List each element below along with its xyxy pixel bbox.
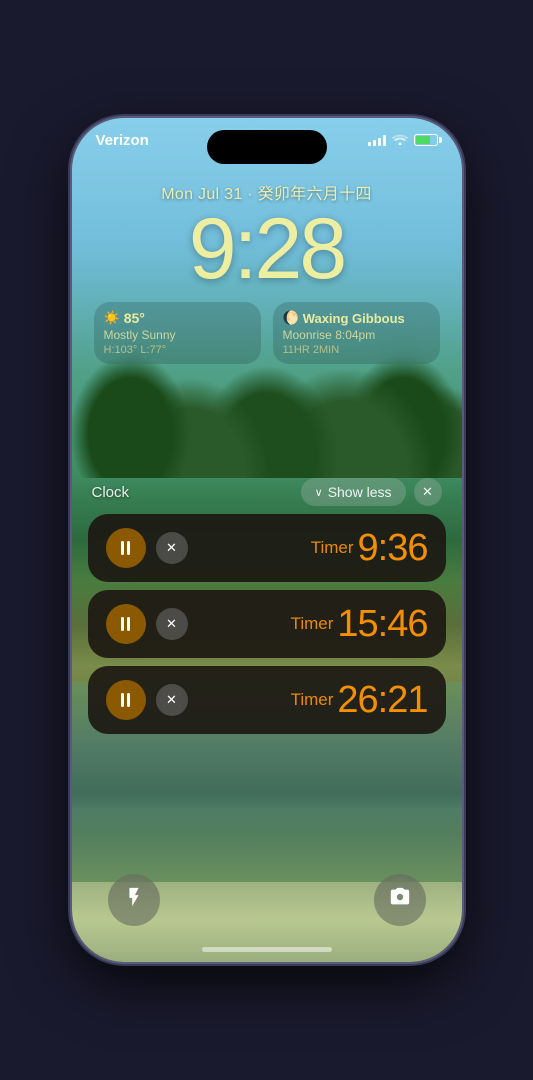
timer-info-1: Timer 9:36 [188, 529, 428, 567]
carrier-label: Verizon [96, 132, 149, 149]
widgets-row: ☀️ 85° Mostly Sunny H:103° L:77° 🌔 Waxin… [72, 292, 462, 364]
show-less-label: Show less [328, 484, 392, 500]
pause-button-3[interactable] [106, 680, 146, 720]
weather-condition: Mostly Sunny [104, 328, 251, 344]
timer-time-3: 26:21 [337, 681, 427, 719]
timer-label-2: Timer [291, 614, 334, 634]
lockscreen-content: Mon Jul 31 · 癸卯年六月十四 9:28 ☀️ 85° Mostly … [72, 118, 462, 962]
weather-widget[interactable]: ☀️ 85° Mostly Sunny H:103° L:77° [94, 302, 261, 364]
moon-widget[interactable]: 🌔 Waxing Gibbous Moonrise 8:04pm 11HR 2M… [273, 302, 440, 364]
pause-icon-2 [121, 617, 130, 631]
moon-phase-label: Waxing Gibbous [303, 311, 405, 326]
timer-card-3: ✕ Timer 26:21 [88, 666, 446, 734]
phone-frame: Verizon Mon Jul 31 · 癸卯年六 [72, 118, 462, 962]
camera-button[interactable] [374, 874, 426, 926]
temperature-label: 85° [124, 310, 145, 326]
notification-area: Clock ∨ Show less ✕ [88, 478, 446, 742]
timer-label-1: Timer [311, 538, 354, 558]
cancel-icon-3: ✕ [166, 692, 177, 708]
camera-icon [389, 886, 411, 914]
moon-duration: 11HR 2MIN [283, 344, 430, 356]
pause-button-1[interactable] [106, 528, 146, 568]
time-display: 9:28 [72, 206, 462, 292]
pause-icon-3 [121, 693, 130, 707]
cancel-button-1[interactable]: ✕ [156, 532, 188, 564]
show-less-button[interactable]: ∨ Show less [301, 478, 406, 506]
pause-icon-1 [121, 541, 130, 555]
moon-icon: 🌔 [283, 310, 299, 326]
signal-icon [368, 134, 386, 146]
cancel-icon-2: ✕ [166, 616, 177, 632]
wifi-icon [392, 132, 408, 148]
timer-time-2: 15:46 [337, 605, 427, 643]
notification-controls: ∨ Show less ✕ [301, 478, 442, 506]
home-indicator[interactable] [202, 947, 332, 952]
dynamic-island [207, 130, 327, 164]
timer-label-3: Timer [291, 690, 334, 710]
moonrise-label: Moonrise 8:04pm [283, 328, 430, 344]
cancel-icon-1: ✕ [166, 540, 177, 556]
status-icons [368, 132, 438, 148]
timer-info-3: Timer 26:21 [188, 681, 428, 719]
app-name-label: Clock [92, 484, 130, 501]
timer-card-1: ✕ Timer 9:36 [88, 514, 446, 582]
flashlight-icon [123, 886, 145, 914]
timer-time-1: 9:36 [358, 529, 428, 567]
close-icon: ✕ [422, 484, 433, 500]
notification-header: Clock ∨ Show less ✕ [88, 478, 446, 506]
close-button[interactable]: ✕ [414, 478, 442, 506]
cancel-button-2[interactable]: ✕ [156, 608, 188, 640]
chevron-down-icon: ∨ [315, 486, 323, 499]
pause-button-2[interactable] [106, 604, 146, 644]
cancel-button-3[interactable]: ✕ [156, 684, 188, 716]
sun-icon: ☀️ [104, 310, 120, 326]
battery-icon [414, 134, 438, 146]
weather-range: H:103° L:77° [104, 344, 251, 356]
timer-card-2: ✕ Timer 15:46 [88, 590, 446, 658]
bottom-buttons [72, 874, 462, 926]
flashlight-button[interactable] [108, 874, 160, 926]
timer-info-2: Timer 15:46 [188, 605, 428, 643]
